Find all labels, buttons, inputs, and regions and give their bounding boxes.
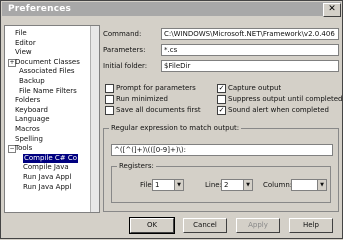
column-register-select[interactable]: ▼	[291, 179, 327, 191]
command-field[interactable]: C:\WINDOWS\Microsoft.NET\Framework\v2.0.…	[161, 28, 339, 40]
tree-item[interactable]: Macros	[15, 125, 40, 134]
tree-item[interactable]: Editor	[15, 39, 36, 48]
tree-item[interactable]: Compile C# Co	[23, 153, 79, 163]
parameters-label: Parameters:	[103, 46, 146, 54]
chevron-down-icon: ▼	[174, 180, 183, 190]
preferences-dialog: Preferences ✕ File Editor View + Document Cl…	[0, 0, 343, 239]
tree-item[interactable]: Run Java Appl	[23, 173, 71, 182]
file-register-select[interactable]: 1 ▼	[152, 179, 184, 191]
capture-output-label: Capture output	[228, 84, 282, 92]
initial-folder-field[interactable]: $FileDir	[161, 60, 339, 72]
tree-item[interactable]: Keyboard	[15, 106, 48, 115]
sound-alert-label: Sound alert when completed	[228, 106, 329, 114]
ok-button[interactable]: OK	[129, 217, 175, 234]
tree-item[interactable]: File	[15, 29, 27, 38]
chevron-down-icon: ▼	[317, 180, 326, 190]
line-register-select[interactable]: 2 ▼	[221, 179, 253, 191]
registers-label: Registers:	[117, 162, 156, 170]
tree-item[interactable]: Document Classes	[15, 58, 80, 67]
tree-item[interactable]: Spelling	[15, 135, 43, 144]
chevron-down-icon: ▼	[243, 180, 252, 190]
tree-scrollbar[interactable]	[90, 26, 99, 212]
tree-item[interactable]: File Name Filters	[19, 87, 77, 96]
tree-item[interactable]: Compile Java	[23, 163, 69, 172]
tree-item[interactable]: Tools	[15, 144, 32, 153]
file-register-value: 1	[155, 181, 160, 189]
capture-output-checkbox[interactable]: ✓	[217, 84, 226, 93]
save-all-documents-checkbox[interactable]	[105, 106, 114, 115]
title-bar[interactable]: Preferences ✕	[2, 2, 341, 17]
close-button[interactable]: ✕	[323, 3, 341, 17]
dialog-title: Preferences	[8, 4, 72, 14]
apply-button[interactable]: Apply	[236, 218, 280, 233]
help-button[interactable]: Help	[289, 218, 333, 233]
cancel-button[interactable]: Cancel	[183, 218, 227, 233]
line-register-label: Line:	[205, 181, 222, 189]
run-minimized-checkbox[interactable]	[105, 95, 114, 104]
tree-item[interactable]: Associated Files	[19, 67, 75, 76]
column-register-label: Column:	[263, 181, 293, 189]
sound-alert-checkbox[interactable]: ✓	[217, 106, 226, 115]
save-all-documents-label: Save all documents first	[116, 106, 201, 114]
suppress-output-checkbox[interactable]	[217, 95, 226, 104]
tree-item[interactable]: Language	[15, 115, 50, 124]
regex-field[interactable]: ^([^(]+)\(([0-9]+)\):	[111, 144, 333, 156]
line-register-value: 2	[224, 181, 229, 189]
prompt-for-parameters-label: Prompt for parameters	[116, 84, 196, 92]
suppress-output-label: Suppress output until completed	[228, 95, 343, 103]
command-label: Command:	[103, 30, 142, 38]
tree-item[interactable]: View	[15, 48, 32, 57]
category-tree[interactable]: File Editor View + Document Classes Associate…	[4, 25, 100, 213]
regex-group-label: Regular expression to match output:	[109, 124, 242, 132]
tree-item[interactable]: Folders	[15, 96, 40, 105]
initial-folder-label: Initial folder:	[103, 62, 148, 70]
tree-item[interactable]: Backup	[19, 77, 45, 86]
run-minimized-label: Run minimized	[116, 95, 168, 103]
prompt-for-parameters-checkbox[interactable]	[105, 84, 114, 93]
parameters-field[interactable]: *.cs	[161, 44, 339, 56]
tree-item[interactable]: Run Java Appl	[23, 183, 71, 192]
